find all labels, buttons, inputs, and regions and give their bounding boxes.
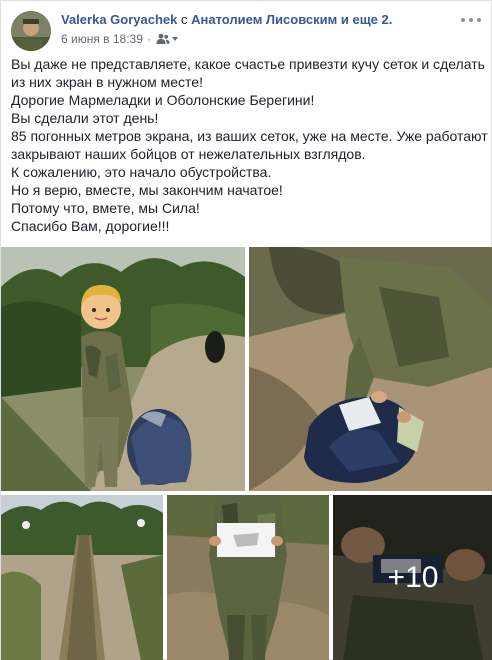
more-options-button[interactable] [461,13,481,27]
post-text-line: Но я верю, вместе, мы закончим начатое! [11,182,283,198]
chevron-down-icon[interactable] [171,37,178,41]
photo-soldier-packing[interactable] [249,247,492,491]
post-text-line: Потому что, вмете, мы Сила! [11,200,200,216]
friends-icon[interactable] [156,33,170,45]
post-text-line: Вы сделали этот день! [11,110,159,126]
tagged-others-link[interactable]: и еще 2. [341,12,393,27]
more-dot [461,18,465,22]
post-header: Valerka Goryachek с Анатолием Лисовским … [11,11,483,51]
post-text-line: Дорогие Мармеладки и Оболонские Берегини… [11,92,315,108]
more-dot [477,18,481,22]
more-dot [469,18,473,22]
more-photos-count: +10 [333,495,492,660]
post-text-line: закрывают наших бойцов от нежелательных … [11,146,366,162]
post-text-line: 85 погонных метров экрана, из ваших сето… [11,128,492,144]
post-text-line: К сожалению, это начало обустройства. [11,164,272,180]
photo-soldier-with-bag[interactable] [1,247,245,491]
photo-grid: +10 [1,247,492,660]
post-text-line: из них экран в нужном месте! [11,74,203,90]
facebook-post: Valerka Goryachek с Анатолием Лисовским … [0,0,492,660]
meta-separator: · [146,32,151,46]
author-avatar[interactable] [11,11,51,51]
author-line: Valerka Goryachek с Анатолием Лисовским … [61,12,461,28]
post-header-text: Valerka Goryachek с Анатолием Лисовским … [61,12,461,46]
photo-soldier-holding-sign[interactable] [167,495,329,660]
photo-more-overlay[interactable]: +10 [333,495,492,660]
post-text-line: Спасибо Вам, дорогие!!! [11,218,170,234]
post-text-line: Вы даже не представляете, какое счастье … [11,56,485,72]
photo-net-screen-road[interactable] [1,495,163,660]
with-word: с [180,12,188,27]
post-text: Вы даже не представляете, какое счастье … [11,55,492,235]
author-name-link[interactable]: Valerka Goryachek [61,12,177,27]
tagged-person-link[interactable]: Анатолием Лисовским [191,12,337,27]
post-meta: 6 июня в 18:39 · [61,32,461,46]
post-timestamp[interactable]: 6 июня в 18:39 [61,32,143,46]
